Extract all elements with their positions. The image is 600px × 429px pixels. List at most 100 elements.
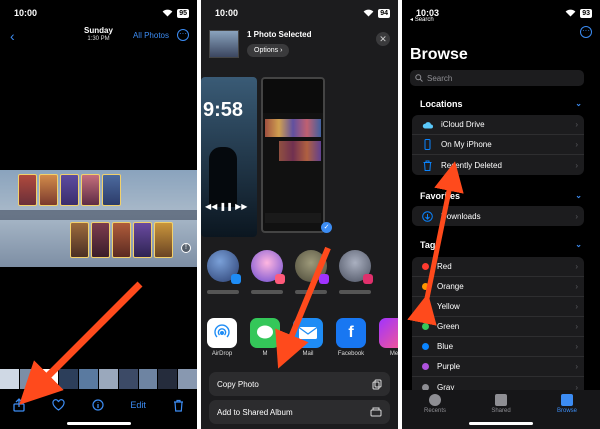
wifi-icon xyxy=(162,9,173,17)
preview-lockscreen-photo[interactable]: 9:58 ◀◀ ❚❚ ▶▶ xyxy=(201,77,257,237)
add-to-shared-album-button[interactable]: Add to Shared Album xyxy=(209,400,390,424)
share-contacts-row xyxy=(207,250,398,292)
chevron-down-icon: ⌄ xyxy=(575,191,582,200)
share-sheet-panel: 10:00 94 1 Photo Selected Options › ✕ 9:… xyxy=(201,0,398,429)
tab-recents[interactable]: Recents xyxy=(415,394,455,429)
contact-avatar[interactable] xyxy=(251,250,285,284)
home-indicator xyxy=(469,422,533,425)
tag-blue[interactable]: Blue › xyxy=(412,337,584,357)
folder-icon xyxy=(561,394,573,406)
page-title: Browse xyxy=(410,46,468,63)
clock-icon xyxy=(429,394,441,406)
app-badge-icon xyxy=(231,274,241,284)
photo-image-cards-bottom xyxy=(70,222,173,258)
blue-tag-dot-icon xyxy=(422,343,429,350)
status-bar: 10:00 94 xyxy=(215,6,390,20)
search-placeholder: Search xyxy=(427,73,453,83)
copy-icon xyxy=(372,379,382,389)
tag-green[interactable]: Green › xyxy=(412,317,584,337)
locations-section-header[interactable]: Locations ⌄ xyxy=(420,99,582,109)
favorites-list: Downloads › xyxy=(412,206,584,226)
share-icon[interactable] xyxy=(13,398,25,412)
trash-icon[interactable] xyxy=(173,399,184,412)
airdrop-icon xyxy=(207,318,237,348)
battery-level: 95 xyxy=(177,8,189,18)
icloud-icon xyxy=(422,121,433,128)
chevron-right-icon: › xyxy=(575,211,578,221)
app-badge-icon xyxy=(363,274,373,284)
more-options-icon[interactable]: ··· xyxy=(580,26,592,38)
share-app-facebook[interactable]: f Facebook xyxy=(336,318,366,362)
share-app-messages[interactable]: M xyxy=(250,318,280,362)
photo-toolbar: Edit xyxy=(0,392,197,418)
home-indicator xyxy=(66,422,131,425)
selected-checkmark-icon[interactable]: ✓ xyxy=(321,222,332,233)
share-app-mail[interactable]: Mail xyxy=(293,318,323,362)
iphone-icon xyxy=(424,139,431,150)
photo-image-cards-top xyxy=(18,174,121,206)
favorite-downloads[interactable]: Downloads › xyxy=(412,206,584,226)
tag-red[interactable]: Red › xyxy=(412,257,584,277)
edit-button[interactable]: Edit xyxy=(130,400,146,410)
options-button[interactable]: Options › xyxy=(247,44,290,57)
share-sheet-header: 1 Photo Selected Options › ✕ xyxy=(209,28,390,68)
more-options-icon[interactable]: ··· xyxy=(177,29,189,41)
messenger-icon xyxy=(379,318,398,348)
photo-nav-bar: ‹ Sunday 1:30 PM All Photos ··· xyxy=(0,26,197,46)
green-tag-dot-icon xyxy=(422,323,429,330)
tab-browse[interactable]: Browse xyxy=(547,394,587,429)
chevron-right-icon: › xyxy=(575,282,578,291)
location-recently-deleted[interactable]: Recently Deleted › xyxy=(412,155,584,175)
chevron-right-icon: › xyxy=(575,342,578,351)
chevron-right-icon: › xyxy=(575,120,578,129)
search-icon xyxy=(415,74,423,82)
favorites-section-header[interactable]: Favorites ⌄ xyxy=(420,191,582,201)
location-icloud-drive[interactable]: iCloud Drive › xyxy=(412,115,584,135)
orange-tag-dot-icon xyxy=(422,283,429,290)
preview-screenshot-photo[interactable] xyxy=(261,77,325,233)
share-app-airdrop[interactable]: AirDrop xyxy=(207,318,237,362)
purple-tag-dot-icon xyxy=(422,363,429,370)
contact-avatar[interactable] xyxy=(339,250,373,284)
tags-list: Red › Orange › Yellow › Green › Blue › Purple… xyxy=(412,257,584,397)
battery-level: 94 xyxy=(378,8,390,18)
chevron-down-icon: ⌄ xyxy=(575,240,582,249)
tags-section-header[interactable]: Tags ⌄ xyxy=(420,240,582,250)
copy-photo-button[interactable]: Copy Photo xyxy=(209,372,390,396)
close-icon[interactable]: ✕ xyxy=(376,32,390,46)
app-badge-icon xyxy=(319,274,329,284)
tag-orange[interactable]: Orange › xyxy=(412,277,584,297)
tag-yellow[interactable]: Yellow › xyxy=(412,297,584,317)
info-icon[interactable]: ! xyxy=(181,243,191,253)
media-controls: ◀◀ ❚❚ ▶▶ xyxy=(205,202,248,211)
chevron-right-icon: › xyxy=(575,262,578,271)
mail-icon xyxy=(293,318,323,348)
selection-count: 1 Photo Selected xyxy=(247,30,312,39)
share-app-messenger[interactable]: Me xyxy=(379,318,398,362)
favorite-heart-icon[interactable] xyxy=(52,399,65,411)
chevron-right-icon: › xyxy=(575,322,578,331)
search-field[interactable]: Search xyxy=(410,70,584,86)
back-to-search-link[interactable]: ◂ Search xyxy=(410,16,434,23)
photo-view[interactable]: ! xyxy=(0,170,197,267)
info-circle-icon[interactable] xyxy=(92,399,104,411)
contact-avatar[interactable] xyxy=(207,250,241,284)
wifi-icon xyxy=(363,9,374,17)
files-browse-panel: 10:03 93 ◂ Search ··· Browse Search Loca… xyxy=(402,0,600,429)
contact-avatar[interactable] xyxy=(295,250,329,284)
chevron-right-icon: › xyxy=(575,362,578,371)
app-badge-icon xyxy=(275,274,285,284)
chevron-right-icon: › xyxy=(575,160,578,170)
status-time: 10:00 xyxy=(14,8,38,18)
photo-thumbnail-strip[interactable] xyxy=(0,369,197,389)
tag-purple[interactable]: Purple › xyxy=(412,357,584,377)
chevron-right-icon: › xyxy=(575,140,578,149)
locations-list: iCloud Drive › On My iPhone › Recently Del… xyxy=(412,115,584,175)
red-tag-dot-icon xyxy=(422,263,429,270)
location-on-my-iphone[interactable]: On My iPhone › xyxy=(412,135,584,155)
chevron-right-icon: › xyxy=(575,302,578,311)
shared-album-icon xyxy=(370,407,382,417)
lockscreen-time: 9:58 xyxy=(203,99,244,121)
shared-folder-icon xyxy=(495,394,507,406)
all-photos-button[interactable]: All Photos xyxy=(133,31,169,40)
